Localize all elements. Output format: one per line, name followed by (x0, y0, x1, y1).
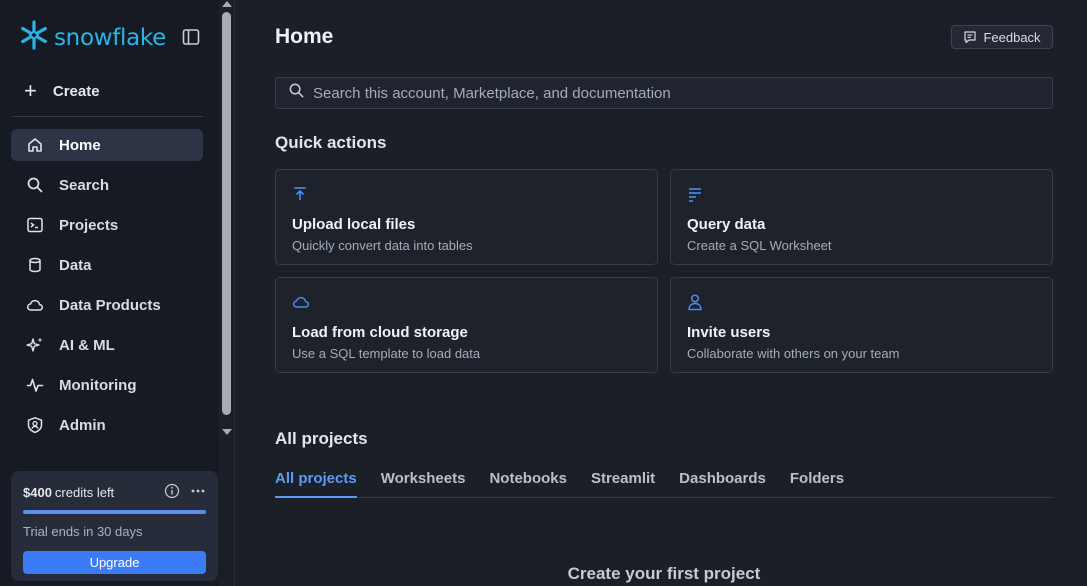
sidebar-nav: Home Search Projects Data Data Products (11, 129, 203, 449)
sidebar-item-home[interactable]: Home (11, 129, 203, 161)
plus-icon: + (24, 78, 37, 103)
sparkle-icon (25, 335, 45, 355)
page-title: Home (275, 25, 334, 48)
sidebar-item-data[interactable]: Data (11, 249, 203, 281)
scroll-thumb[interactable] (222, 12, 231, 415)
sidebar-item-monitoring[interactable]: Monitoring (11, 369, 203, 401)
feedback-icon (963, 30, 977, 44)
sidebar-item-label: Data Products (59, 296, 161, 314)
empty-state-title: Create your first project (567, 564, 761, 583)
invite-users-card[interactable]: Invite users Collaborate with others on … (670, 277, 1053, 373)
card-title: Load from cloud storage (292, 324, 468, 341)
tab-worksheets[interactable]: Worksheets (381, 467, 466, 498)
card-description: Quickly convert data into tables (292, 238, 473, 253)
home-icon (25, 135, 45, 155)
sidebar-item-label: Home (59, 136, 101, 154)
feedback-button[interactable]: Feedback (951, 25, 1053, 49)
brand-name: snowflake (54, 24, 166, 51)
card-title: Upload local files (292, 216, 416, 233)
more-options-icon[interactable] (190, 483, 206, 502)
tab-all-projects[interactable]: All projects (275, 467, 357, 498)
card-title: Query data (687, 216, 766, 233)
load-cloud-storage-card[interactable]: Load from cloud storage Use a SQL templa… (275, 277, 658, 373)
all-projects-title: All projects (275, 429, 368, 448)
credits-header: $400 credits left (23, 483, 206, 502)
projects-tabs: All projects Worksheets Notebooks Stream… (275, 467, 1053, 498)
snowflake-logo[interactable]: snowflake (18, 19, 166, 56)
trial-text: Trial ends in 30 days (23, 524, 143, 539)
sidebar-item-label: Monitoring (59, 376, 137, 394)
card-description: Create a SQL Worksheet (687, 238, 832, 253)
sidebar-toggle-icon[interactable] (181, 27, 201, 47)
credits-panel: $400 credits left Trial ends in 30 days … (11, 471, 218, 581)
global-search[interactable] (275, 77, 1053, 109)
tab-folders[interactable]: Folders (790, 467, 844, 498)
sidebar-item-label: Search (59, 176, 110, 194)
card-title: Invite users (687, 324, 771, 341)
sidebar-item-admin[interactable]: Admin (11, 409, 203, 441)
user-icon (687, 292, 1036, 312)
database-icon (25, 255, 45, 275)
main-content: Home Feedback Quick actions Upload local… (235, 0, 1087, 586)
create-button[interactable]: + Create (24, 78, 100, 103)
sidebar-item-data-products[interactable]: Data Products (11, 289, 203, 321)
card-description: Use a SQL template to load data (292, 346, 481, 361)
upload-icon (292, 184, 641, 204)
tab-streamlit[interactable]: Streamlit (591, 467, 655, 498)
credits-progress-fill (23, 510, 206, 514)
create-label: Create (52, 82, 100, 100)
info-icon[interactable] (164, 483, 180, 502)
scroll-down-arrow-icon[interactable] (222, 429, 232, 435)
sidebar-item-projects[interactable]: Projects (11, 209, 203, 241)
tab-dashboards[interactable]: Dashboards (679, 467, 766, 498)
scroll-up-arrow-icon[interactable] (222, 1, 232, 7)
snowflake-logo-icon (18, 19, 50, 56)
sidebar-item-label: Data (59, 256, 92, 274)
sidebar-item-ai-ml[interactable]: AI & ML (11, 329, 203, 361)
feedback-label: Feedback (983, 29, 1041, 45)
search-icon (25, 175, 45, 195)
shield-user-icon (25, 415, 45, 435)
sidebar-item-label: Admin (59, 416, 106, 434)
terminal-icon (25, 215, 45, 235)
credits-suffix: credits left (54, 485, 115, 500)
card-description: Collaborate with others on your team (687, 346, 900, 361)
search-input[interactable] (313, 84, 1013, 102)
search-icon (288, 82, 305, 104)
sidebar-item-label: AI & ML (59, 336, 115, 354)
lines-icon (687, 184, 1036, 204)
sidebar-scrollbar[interactable] (219, 0, 234, 438)
credits-amount: $400 (23, 485, 52, 500)
query-data-card[interactable]: Query data Create a SQL Worksheet (670, 169, 1053, 265)
tab-notebooks[interactable]: Notebooks (489, 467, 567, 498)
upgrade-button[interactable]: Upgrade (23, 551, 206, 574)
sidebar-item-search[interactable]: Search (11, 169, 203, 201)
activity-icon (25, 375, 45, 395)
sidebar: snowflake + Create Home Search Projects … (0, 0, 219, 586)
quick-actions-title: Quick actions (275, 133, 387, 152)
sidebar-item-label: Projects (59, 216, 119, 234)
sidebar-divider (12, 116, 203, 117)
cloud-icon (25, 295, 45, 315)
cloud-icon (292, 292, 641, 312)
upload-local-files-card[interactable]: Upload local files Quickly convert data … (275, 169, 658, 265)
credits-progress-bar (23, 510, 206, 514)
